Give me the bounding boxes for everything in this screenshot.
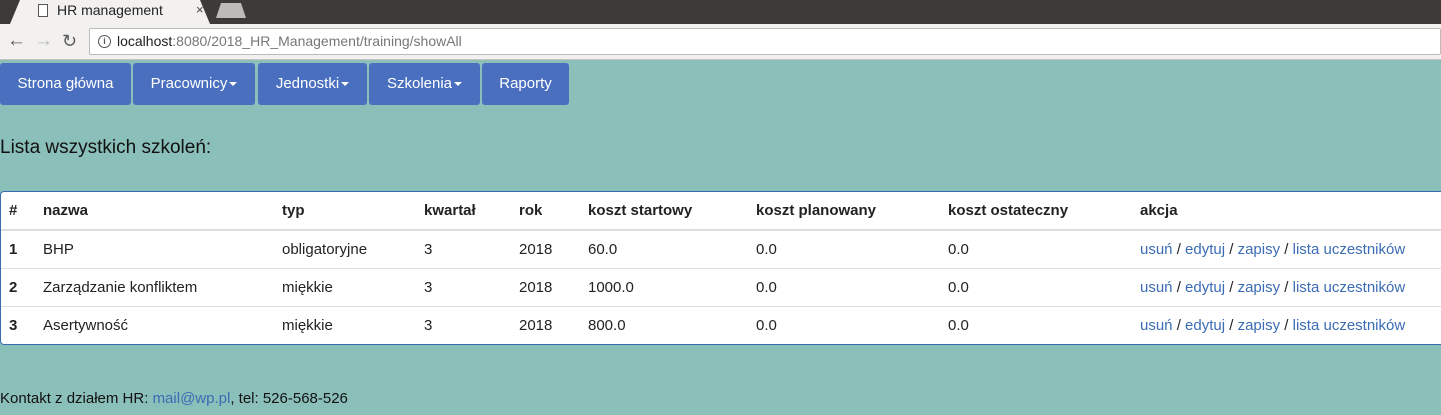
enrollments-link[interactable]: zapisy <box>1238 279 1281 296</box>
nav-employees-dropdown[interactable]: Pracownicy <box>133 63 255 105</box>
reload-icon[interactable]: ↻ <box>62 30 77 52</box>
page-icon <box>38 4 48 17</box>
col-header-planned-cost: koszt planowany <box>756 192 948 231</box>
table-header-row: # nazwa typ kwartał rok koszt startowy k… <box>1 192 1441 231</box>
table-row: 2 Zarządzanie konfliktem miękkie 3 2018 … <box>1 267 1441 306</box>
delete-link[interactable]: usuń <box>1140 279 1173 296</box>
cell-year: 2018 <box>519 305 588 344</box>
delete-link[interactable]: usuń <box>1140 317 1173 334</box>
delete-link[interactable]: usuń <box>1140 241 1173 258</box>
cell-actions: usuń / edytuj / zapisy / lista uczestnik… <box>1140 267 1441 306</box>
url-text: localhost:8080/2018_HR_Management/traini… <box>117 33 462 49</box>
cell-actions: usuń / edytuj / zapisy / lista uczestnik… <box>1140 305 1441 344</box>
caret-down-icon <box>454 82 463 87</box>
participants-link[interactable]: lista uczestników <box>1293 317 1406 334</box>
enrollments-link[interactable]: zapisy <box>1238 317 1281 334</box>
nav-trainings-label: Szkolenia <box>386 75 453 92</box>
cell-start-cost: 1000.0 <box>588 267 756 306</box>
tab-title: HR management <box>57 2 163 18</box>
separator: / <box>1172 316 1186 334</box>
caret-down-icon <box>229 82 238 87</box>
cell-final-cost: 0.0 <box>948 305 1140 344</box>
separator: / <box>1280 316 1293 334</box>
separator: / <box>1172 278 1186 296</box>
col-header-name: nazwa <box>43 192 282 231</box>
separator: / <box>1225 316 1238 334</box>
nav-home-button[interactable]: Strona główna <box>0 63 131 105</box>
cell-type: miękkie <box>282 305 424 344</box>
col-header-start-cost: koszt startowy <box>588 192 756 231</box>
cell-type: obligatoryjne <box>282 240 368 258</box>
browser-toolbar: ← → ↻ i localhost:8080/2018_HR_Managemen… <box>0 24 1441 60</box>
page-title: Lista wszystkich szkoleń: <box>0 137 212 158</box>
footer-prefix: Kontakt z działem HR: <box>0 390 153 407</box>
cell-planned-cost: 0.0 <box>756 240 777 258</box>
col-header-type: typ <box>282 192 424 231</box>
col-header-year: rok <box>519 192 588 231</box>
close-tab-icon[interactable]: × <box>196 2 204 17</box>
participants-link[interactable]: lista uczestników <box>1293 279 1406 296</box>
table-row: 1 BHP obligatoryjne 3 2018 60.0 0.0 0.0 … <box>1 230 1441 268</box>
email-link[interactable]: mail@wp.pl <box>153 390 231 407</box>
cell-actions: usuń / edytuj / zapisy / lista uczestnik… <box>1140 230 1441 268</box>
nav-reports-button[interactable]: Raporty <box>482 63 569 105</box>
cell-final-cost: 0.0 <box>948 267 1140 306</box>
nav-home-label: Strona główna <box>17 75 114 92</box>
info-icon[interactable]: i <box>98 35 111 48</box>
forward-icon[interactable]: → <box>34 30 53 52</box>
cell-planned-cost: 0.0 <box>756 305 948 344</box>
separator: / <box>1280 240 1293 258</box>
cell-planned-cost: 0.0 <box>756 267 948 306</box>
cell-year: 2018 <box>519 240 553 258</box>
col-header-action: akcja <box>1140 192 1441 231</box>
browser-tab[interactable]: HR management × <box>10 0 210 24</box>
nav-trainings-dropdown[interactable]: Szkolenia <box>369 63 480 105</box>
url-host: localhost <box>117 33 173 49</box>
trainings-table: # nazwa typ kwartał rok koszt startowy k… <box>0 191 1441 345</box>
cell-year: 2018 <box>519 267 588 306</box>
nav-reports-label: Raporty <box>499 75 552 92</box>
cell-id: 1 <box>9 240 18 258</box>
cell-id: 2 <box>1 267 43 306</box>
browser-tabbar: HR management × <box>0 0 1441 24</box>
nav-units-label: Jednostki <box>275 75 340 92</box>
separator: / <box>1225 278 1238 296</box>
separator: / <box>1225 240 1238 258</box>
cell-id: 3 <box>1 305 43 344</box>
enrollments-link[interactable]: zapisy <box>1238 241 1281 258</box>
caret-down-icon <box>341 82 350 87</box>
page: Strona główna Pracownicy Jednostki Szkol… <box>0 61 1441 415</box>
cell-quarter: 3 <box>424 267 519 306</box>
cell-quarter: 3 <box>424 240 433 258</box>
table-row: 3 Asertywność miękkie 3 2018 800.0 0.0 0… <box>1 305 1441 344</box>
new-tab-button[interactable] <box>216 3 246 18</box>
cell-start-cost: 60.0 <box>588 240 618 258</box>
cell-name: Zarządzanie konfliktem <box>43 267 282 306</box>
separator: / <box>1280 278 1293 296</box>
participants-link[interactable]: lista uczestników <box>1293 241 1406 258</box>
edit-link[interactable]: edytuj <box>1185 279 1225 296</box>
separator: / <box>1172 240 1186 258</box>
address-bar[interactable]: i localhost:8080/2018_HR_Management/trai… <box>89 28 1441 55</box>
cell-final-cost: 0.0 <box>948 240 969 258</box>
back-icon[interactable]: ← <box>7 30 26 52</box>
nav-units-dropdown[interactable]: Jednostki <box>258 63 367 105</box>
col-header-final-cost: koszt ostateczny <box>948 192 1140 231</box>
edit-link[interactable]: edytuj <box>1185 317 1225 334</box>
cell-quarter: 3 <box>424 305 519 344</box>
col-header-id: # <box>1 192 43 231</box>
cell-name: BHP <box>43 240 74 258</box>
cell-start-cost: 800.0 <box>588 305 756 344</box>
footer-contact: Kontakt z działem HR: mail@wp.pl, tel: 5… <box>0 390 348 407</box>
cell-type: miękkie <box>282 267 424 306</box>
footer-phone: , tel: 526-568-526 <box>230 390 348 407</box>
edit-link[interactable]: edytuj <box>1185 241 1225 258</box>
nav-employees-label: Pracownicy <box>150 75 228 92</box>
url-path: :8080/2018_HR_Management/training/showAl… <box>172 33 462 49</box>
col-header-quarter: kwartał <box>424 192 519 231</box>
cell-name: Asertywność <box>43 305 282 344</box>
